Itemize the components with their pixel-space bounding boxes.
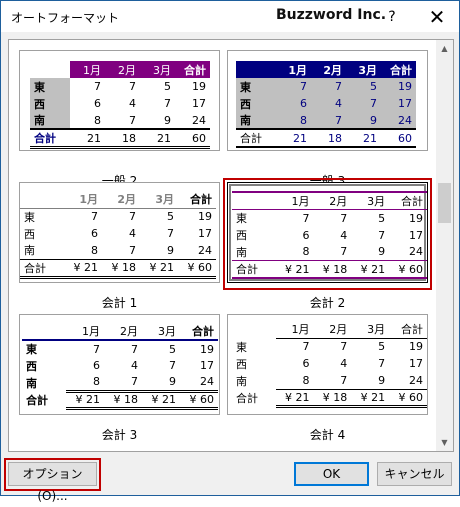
- cancel-button[interactable]: キャンセル: [377, 462, 452, 486]
- window-title: オートフォーマット: [11, 11, 120, 25]
- preview-table: 1月 2月 3月 合計 東 7 7 5 19 西 6 4 7 17 南 8 7 …: [20, 191, 216, 279]
- autoformat-dialog: オートフォーマット Buzzword Inc. ? ✕ 1月 2月 3月 合計 …: [0, 0, 460, 503]
- format-preview: 1月 2月 3月 合計 東 7 7 5 19 西 6 4 7 17 南 8 7 …: [19, 50, 220, 151]
- format-preview: 1月 2月 3月 合計 東 7 7 5 19 西 6 4 7 17 南 8 7 …: [19, 182, 220, 283]
- format-preview: 1月 2月 3月 合計 東 7 7 5 19 西 6 4 7 17 南 8 7 …: [19, 314, 220, 415]
- format-preview: 1月 2月 3月 合計 東 7 7 5 19 西 6 4 7 17 南 8 7 …: [227, 314, 428, 415]
- scroll-up-icon[interactable]: ▲: [436, 40, 453, 57]
- scroll-down-icon[interactable]: ▼: [436, 434, 453, 451]
- preview-table: 1月 2月 3月 合計 東 7 7 5 19 西 6 4 7 17 南 8 7 …: [232, 321, 427, 408]
- format-label: 会計 1: [101, 296, 138, 310]
- preview-table: 1月 2月 3月 合計 東 7 7 5 19 西 6 4 7 17 南 8 7 …: [232, 191, 427, 279]
- format-label: 会計 4: [309, 428, 346, 442]
- format-preview: 1月 2月 3月 合計 東 7 7 5 19 西 6 4 7 17 南 8 7 …: [227, 50, 428, 151]
- format-gallery: 1月 2月 3月 合計 東 7 7 5 19 西 6 4 7 17 南 8 7 …: [8, 39, 454, 452]
- preview-table: 1月 2月 3月 合計 東 7 7 5 19 西 6 4 7 17 南 8 7 …: [236, 61, 416, 148]
- preview-table: 1月 2月 3月 合計 東 7 7 5 19 西 6 4 7 17 南 8 7 …: [30, 61, 210, 149]
- title-bar: オートフォーマット Buzzword Inc. ? ✕: [1, 1, 459, 32]
- format-label: 会計 2: [309, 296, 346, 310]
- scroll-thumb[interactable]: [438, 183, 451, 223]
- help-button[interactable]: ?: [380, 6, 404, 28]
- close-button[interactable]: ✕: [422, 4, 452, 30]
- ok-button[interactable]: OK: [294, 462, 369, 486]
- preview-table: 1月 2月 3月 合計 東 7 7 5 19 西 6 4 7 17 南 8 7 …: [22, 323, 218, 410]
- brand-label: Buzzword Inc.: [276, 7, 387, 23]
- format-label: 会計 3: [101, 428, 138, 442]
- vertical-scrollbar[interactable]: ▲ ▼: [436, 40, 453, 451]
- options-button[interactable]: オプション(O)...: [8, 462, 97, 503]
- format-preview: 1月 2月 3月 合計 東 7 7 5 19 西 6 4 7 17 南 8 7 …: [227, 182, 428, 283]
